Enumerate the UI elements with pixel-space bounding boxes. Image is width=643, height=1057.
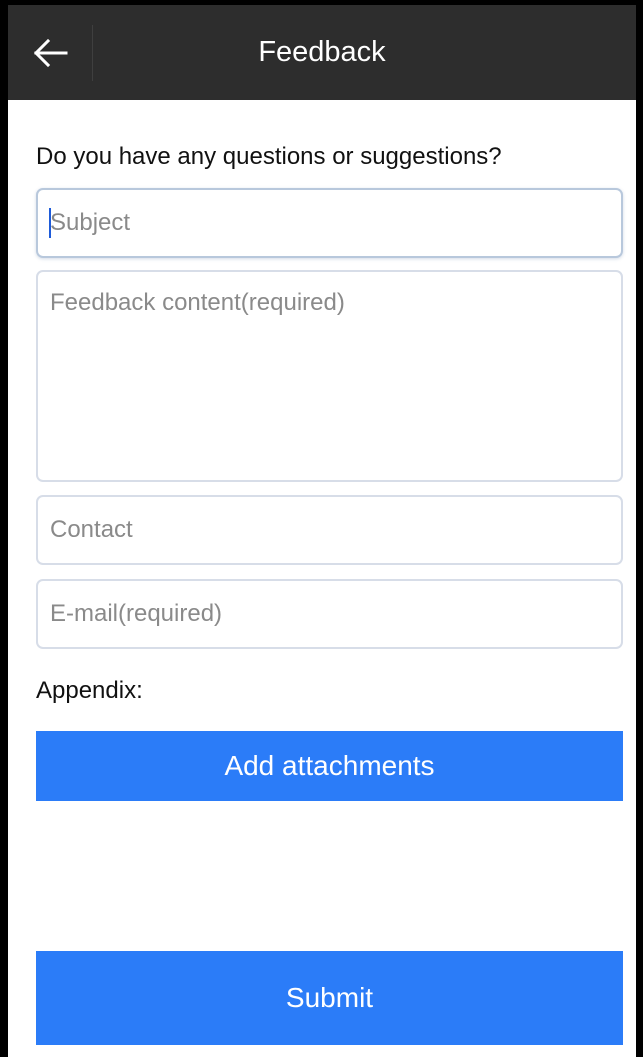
appendix-label: Appendix: bbox=[36, 677, 143, 704]
submit-button[interactable]: Submit bbox=[36, 951, 623, 1045]
text-caret bbox=[49, 208, 51, 238]
subject-input[interactable] bbox=[36, 188, 623, 258]
question-label: Do you have any questions or suggestions… bbox=[36, 143, 502, 170]
app-bar: Feedback bbox=[8, 5, 636, 100]
back-button[interactable] bbox=[8, 5, 92, 100]
page-title: Feedback bbox=[258, 36, 386, 68]
contact-input[interactable] bbox=[36, 495, 623, 565]
arrow-left-icon bbox=[33, 38, 68, 67]
email-input[interactable] bbox=[36, 579, 623, 649]
feedback-screen: Feedback Do you have any questions or su… bbox=[8, 5, 636, 1057]
add-attachments-button[interactable]: Add attachments bbox=[36, 731, 623, 801]
feedback-content-textarea[interactable] bbox=[36, 270, 623, 482]
